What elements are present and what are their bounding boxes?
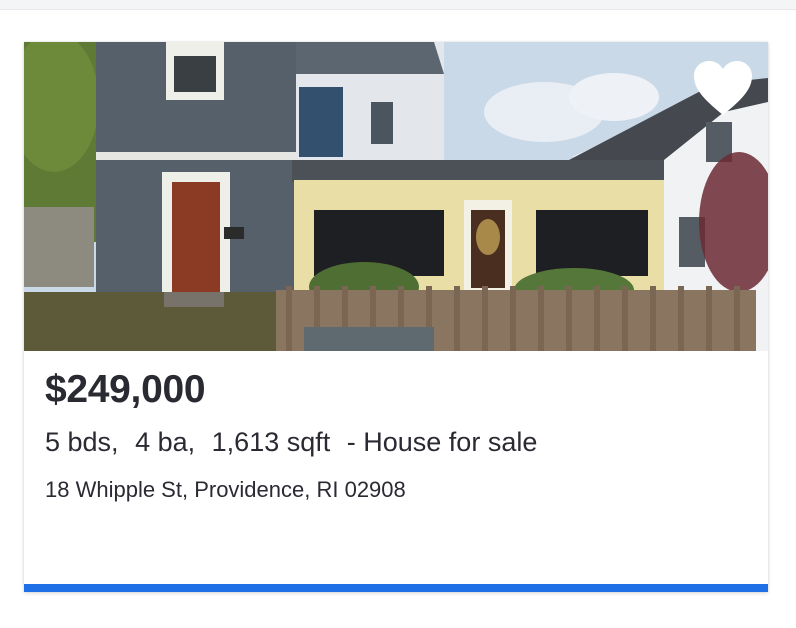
beds-count: 5 bds, bbox=[45, 427, 119, 457]
listing-photo[interactable] bbox=[24, 42, 768, 351]
baths-count: 4 ba, bbox=[135, 427, 196, 457]
card-accent-bar bbox=[24, 584, 768, 592]
listing-address[interactable]: 18 Whipple St, Providence, RI 02908 bbox=[45, 477, 406, 503]
favorite-heart-button[interactable] bbox=[692, 60, 754, 118]
square-footage: 1,613 sqft bbox=[211, 427, 331, 457]
heart-icon bbox=[694, 61, 752, 115]
top-edge-bar bbox=[0, 0, 796, 10]
listing-facts: 5 bds, 4 ba, 1,613 sqft - House for sale bbox=[45, 427, 537, 458]
listing-type: - House for sale bbox=[346, 427, 538, 457]
listing-card[interactable]: $249,000 5 bds, 4 ba, 1,613 sqft - House… bbox=[24, 42, 768, 592]
listing-price: $249,000 bbox=[45, 368, 206, 411]
